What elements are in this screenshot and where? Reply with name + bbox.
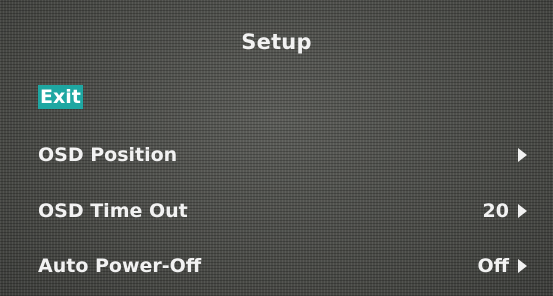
menu-item-label: Auto Power-Off: [38, 255, 202, 277]
right-arrow-icon: [518, 259, 527, 273]
osd-menu-screen: Setup Exit OSD Position OSD Time Out 20 …: [0, 0, 553, 296]
menu-item-value: 20: [482, 200, 509, 222]
menu-item-auto-power-off[interactable]: Auto Power-Off Off: [38, 251, 527, 281]
menu-item-osd-position[interactable]: OSD Position: [38, 140, 527, 170]
menu-item-control: [518, 148, 527, 162]
menu-item-label: OSD Position: [38, 144, 178, 166]
menu-item-control: Off: [477, 255, 527, 277]
right-arrow-icon: [518, 148, 527, 162]
menu-item-label: OSD Time Out: [38, 200, 188, 222]
right-arrow-icon: [518, 204, 527, 218]
menu-item-label: Exit: [38, 85, 83, 109]
menu-item-exit[interactable]: Exit: [38, 82, 527, 112]
menu-title: Setup: [241, 30, 312, 54]
menu-item-osd-time-out[interactable]: OSD Time Out 20: [38, 196, 527, 226]
menu-item-control: 20: [483, 200, 527, 222]
menu-item-value: Off: [477, 255, 509, 277]
